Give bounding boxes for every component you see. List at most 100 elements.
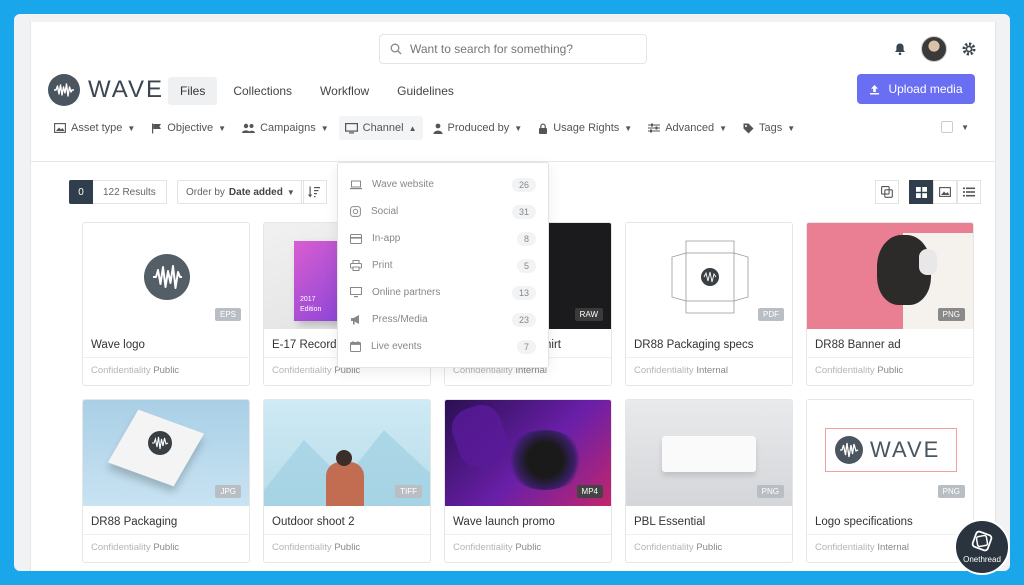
meta-label: Confidentiality (634, 365, 694, 376)
asset-card[interactable]: MP4 Wave launch promo Confidentiality Pu… (444, 399, 612, 563)
option-count: 26 (511, 177, 536, 192)
channel-option[interactable]: Live events 7 (338, 333, 548, 360)
top-icons (893, 36, 977, 62)
asset-thumbnail: JPG (83, 400, 249, 506)
logo-spec-frame: WAVE (825, 428, 957, 472)
search-input[interactable] (410, 42, 630, 56)
nav-workflow[interactable]: Workflow (308, 77, 381, 105)
channel-option[interactable]: Press/Media 23 (338, 306, 548, 333)
turntable-image (505, 430, 585, 490)
credit-card-icon (350, 233, 362, 244)
nav-files[interactable]: Files (168, 77, 218, 105)
grid-view-button[interactable] (909, 180, 933, 204)
asset-card[interactable]: JPG DR88 Packaging Confidentiality Publi… (82, 399, 250, 563)
screenshot-frame: WAVE Files Collections Workflow Guidelin… (14, 14, 1010, 571)
avatar[interactable] (921, 36, 947, 62)
filter-label: Channel (362, 122, 404, 134)
upload-media-button[interactable]: Upload media (857, 74, 975, 104)
asset-card[interactable]: PNG DR88 Banner ad Confidentiality Publi… (806, 222, 974, 386)
filter-tags[interactable]: Tags ▼ (737, 116, 801, 140)
wave-logo-icon (48, 74, 80, 106)
option-count: 23 (511, 312, 536, 327)
asset-thumbnail: PNG (807, 223, 973, 329)
filter-asset-type[interactable]: Asset type ▼ (48, 116, 141, 140)
meta-label: Confidentiality (815, 542, 875, 553)
asset-thumbnail: TIFF (264, 400, 430, 506)
filter-produced-by[interactable]: Produced by ▼ (427, 116, 529, 140)
confidentiality-value: Public (153, 365, 180, 376)
filter-advanced[interactable]: Advanced ▼ (642, 116, 733, 140)
asset-card[interactable]: PDF DR88 Packaging specs Confidentiality… (625, 222, 793, 386)
order-value: Date added (228, 186, 283, 198)
confidentiality-value: Public (334, 542, 361, 553)
asset-card[interactable]: TIFF Outdoor shoot 2 Confidentiality Pub… (263, 399, 431, 563)
results-count: 122 Results (93, 180, 167, 204)
channel-option[interactable]: In-app 8 (338, 225, 548, 252)
format-badge: EPS (214, 308, 241, 321)
grid-icon (915, 186, 927, 198)
gear-icon[interactable] (961, 41, 977, 57)
nav-guidelines[interactable]: Guidelines (385, 77, 466, 105)
asset-card[interactable]: PNG PBL Essential Confidentiality Public (625, 399, 793, 563)
asset-meta: Confidentiality Public (83, 535, 249, 560)
filter-label: Tags (759, 122, 783, 134)
users-icon (242, 123, 256, 133)
confidentiality-value: Public (153, 542, 180, 553)
image-icon (939, 187, 951, 197)
image-view-button[interactable] (933, 180, 957, 204)
asset-meta: Confidentiality Public (807, 358, 973, 383)
option-label: In-app (372, 233, 401, 244)
filter-campaigns[interactable]: Campaigns ▼ (236, 116, 335, 140)
filter-objective[interactable]: Objective ▼ (145, 116, 232, 140)
wave-logo-icon (835, 436, 863, 464)
search-icon (390, 43, 402, 55)
asset-title: DR88 Packaging specs (626, 329, 792, 358)
format-badge: MP4 (576, 485, 603, 498)
bell-icon[interactable] (893, 42, 907, 56)
onethread-watermark: Onethread (954, 519, 1010, 575)
select-all-checkbox[interactable] (941, 121, 954, 133)
channel-option[interactable]: Print 5 (338, 252, 548, 279)
channel-dropdown: Wave website 26 Social 31 In-app 8 Print… (337, 162, 549, 368)
logo-spec-text: WAVE (870, 437, 941, 462)
format-badge: PNG (937, 308, 965, 321)
channel-option[interactable]: Social 31 (338, 198, 548, 225)
filter-channel[interactable]: Channel ▲ (338, 116, 423, 140)
caret-down-icon[interactable]: ▼ (961, 123, 969, 132)
order-by-select[interactable]: Order by Date added ▼ (177, 180, 304, 204)
asset-title: Outdoor shoot 2 (264, 506, 430, 535)
person-figure (326, 462, 364, 506)
filter-usage-rights[interactable]: Usage Rights ▼ (532, 116, 638, 140)
sort-direction-button[interactable] (301, 180, 327, 204)
printer-icon (350, 260, 362, 271)
search-box[interactable] (379, 34, 647, 64)
speaker-image (662, 436, 756, 472)
asset-card[interactable]: WAVE PNG Logo specifications Confidentia… (806, 399, 974, 563)
logo-text: WAVE (88, 76, 165, 103)
list-view-button[interactable] (957, 180, 981, 204)
meta-label: Confidentiality (453, 542, 513, 553)
option-count: 5 (516, 258, 536, 273)
option-count: 8 (516, 231, 536, 246)
confidentiality-value: Internal (877, 542, 909, 553)
laptop-icon (350, 180, 362, 189)
format-badge: PDF (758, 308, 784, 321)
select-all-control[interactable]: ▼ (941, 121, 969, 133)
asset-card[interactable]: EPS Wave logo Confidentiality Public (82, 222, 250, 386)
meta-label: Confidentiality (634, 542, 694, 553)
filter-label: Asset type (71, 122, 123, 134)
compare-button[interactable] (875, 180, 899, 204)
upload-label: Upload media (888, 82, 963, 96)
nav-collections[interactable]: Collections (221, 77, 304, 105)
sliders-icon (648, 123, 661, 133)
selected-count[interactable]: 0 (69, 180, 93, 204)
option-label: Print (372, 260, 393, 271)
asset-title: Wave logo (83, 329, 249, 358)
brand-logo[interactable]: WAVE (48, 74, 164, 106)
app-window: WAVE Files Collections Workflow Guidelin… (30, 22, 996, 571)
channel-option[interactable]: Wave website 26 (338, 171, 548, 198)
filter-bar: Asset type ▼ Objective ▼ Campaigns ▼ Channe… (48, 116, 801, 140)
filter-label: Advanced (665, 122, 715, 134)
calendar-icon (350, 341, 361, 352)
channel-option[interactable]: Online partners 13 (338, 279, 548, 306)
